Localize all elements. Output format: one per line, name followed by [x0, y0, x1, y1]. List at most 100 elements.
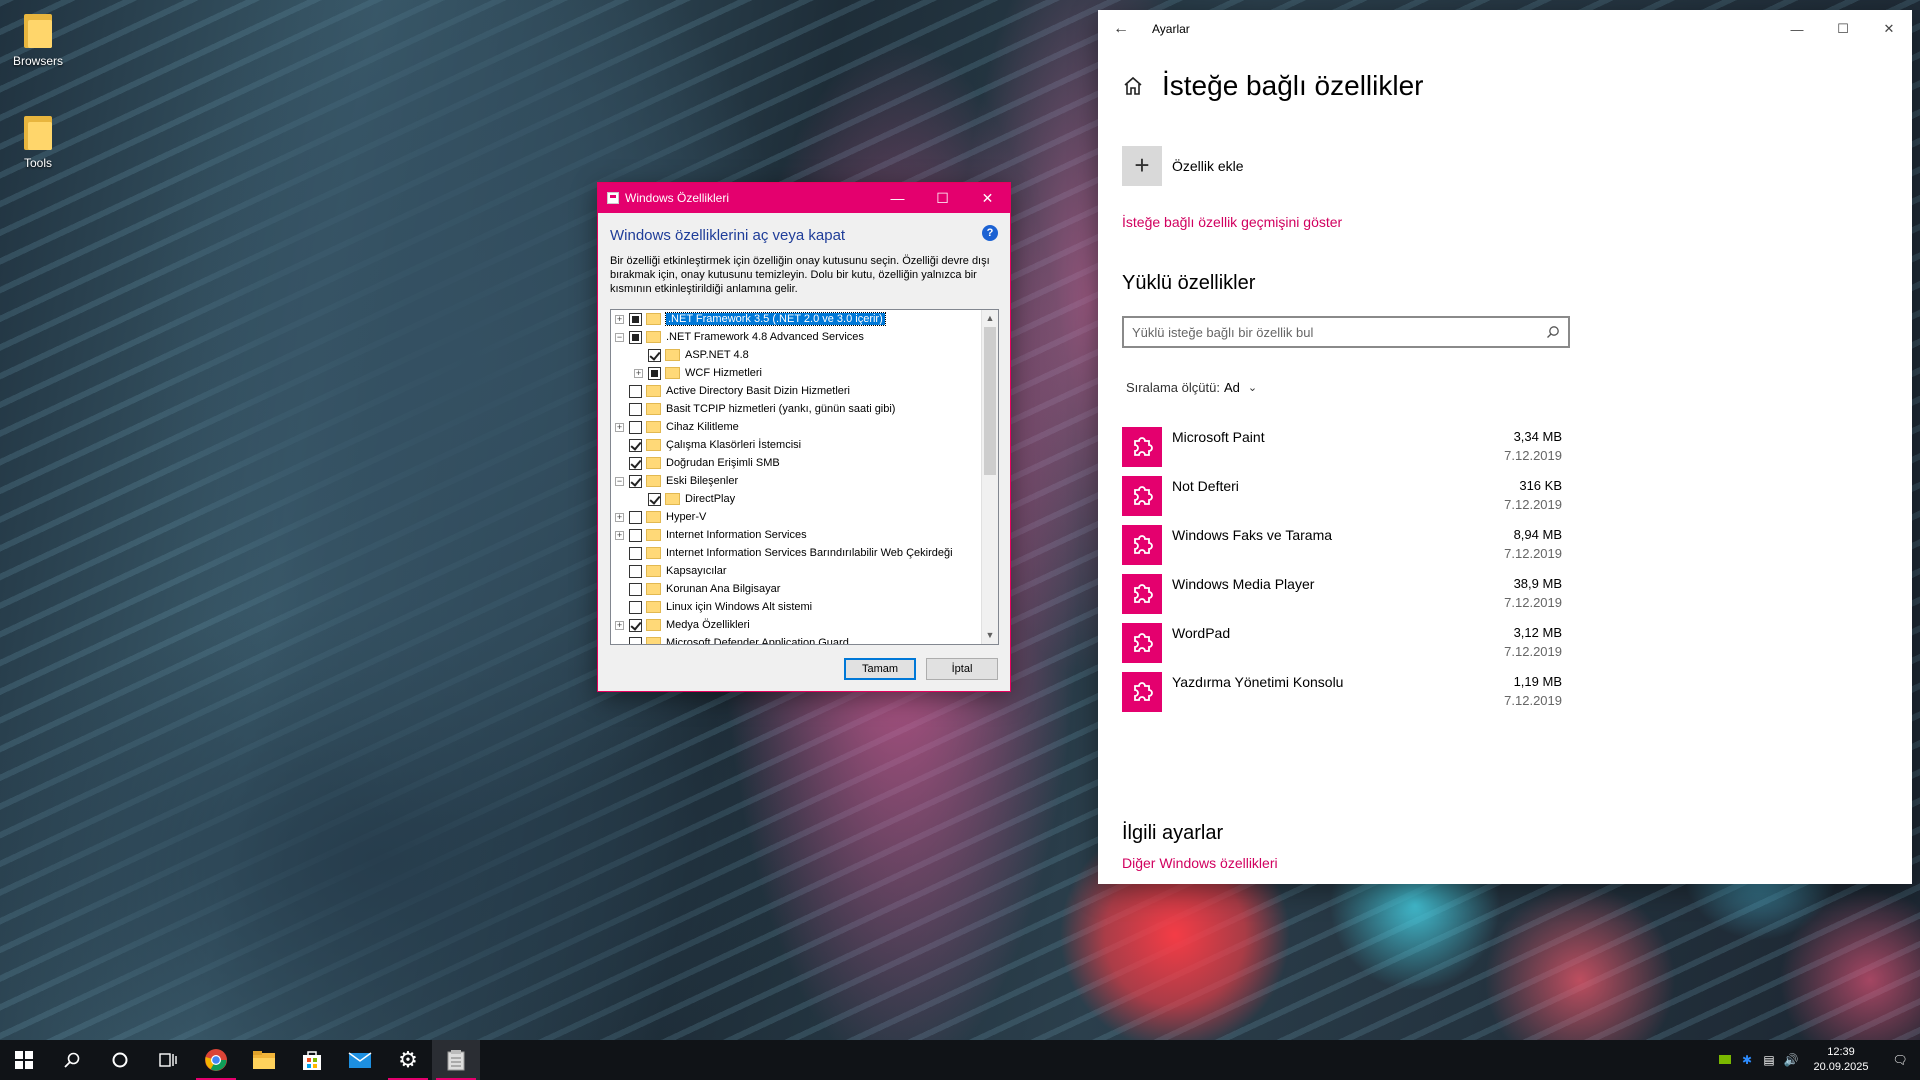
- feature-checkbox[interactable]: [648, 348, 661, 362]
- cancel-button[interactable]: İptal: [926, 658, 998, 680]
- feature-checkbox[interactable]: [629, 456, 642, 470]
- volume-icon[interactable]: 🔊: [1780, 1053, 1802, 1067]
- taskbar-chrome[interactable]: [192, 1040, 240, 1080]
- feature-tree-item[interactable]: Çalışma Klasörleri İstemcisi: [611, 436, 981, 454]
- feature-tree-item[interactable]: Korunan Ana Bilgisayar: [611, 580, 981, 598]
- taskbar-settings[interactable]: ⚙: [384, 1040, 432, 1080]
- home-icon[interactable]: [1122, 75, 1144, 97]
- feature-checkbox[interactable]: [648, 366, 661, 380]
- taskbar-file-explorer[interactable]: [240, 1040, 288, 1080]
- feature-tree-item[interactable]: Internet Information Services Barındırıl…: [611, 544, 981, 562]
- feature-checkbox[interactable]: [629, 420, 642, 434]
- desktop-icon-tools[interactable]: Tools: [0, 112, 76, 170]
- feature-checkbox[interactable]: [648, 492, 661, 506]
- maximize-button[interactable]: ☐: [920, 183, 965, 213]
- collapse-icon[interactable]: −: [615, 476, 624, 486]
- other-windows-features-link[interactable]: Diğer Windows özellikleri: [1122, 855, 1278, 871]
- feature-checkbox[interactable]: [629, 600, 642, 614]
- feature-tree-item[interactable]: Microsoft Defender Application Guard: [611, 634, 981, 644]
- expand-icon[interactable]: +: [615, 512, 624, 522]
- feature-tree-item[interactable]: + Medya Özellikleri: [611, 616, 981, 634]
- feature-tree-item[interactable]: DirectPlay: [611, 490, 981, 508]
- minimize-button[interactable]: —: [875, 183, 920, 213]
- feature-tree-item[interactable]: Linux için Windows Alt sistemi: [611, 598, 981, 616]
- scroll-down-arrow-icon[interactable]: ▼: [982, 627, 998, 644]
- add-feature-button[interactable]: + Özellik ekle: [1122, 146, 1244, 186]
- sort-dropdown[interactable]: Sıralama ölçütü: Ad ⌄: [1126, 380, 1257, 395]
- desktop-icon-browsers[interactable]: Browsers: [0, 10, 76, 68]
- feature-checkbox[interactable]: [629, 618, 642, 632]
- expand-icon[interactable]: +: [615, 422, 624, 432]
- feature-tree-item[interactable]: − Eski Bileşenler: [611, 472, 981, 490]
- bluetooth-icon[interactable]: ✱: [1736, 1053, 1758, 1067]
- feature-checkbox[interactable]: [629, 546, 642, 560]
- expand-icon[interactable]: +: [615, 620, 624, 630]
- feature-tree-item[interactable]: − .NET Framework 4.8 Advanced Services: [611, 328, 981, 346]
- collapse-icon[interactable]: −: [615, 332, 624, 342]
- feature-tree-item[interactable]: + Cihaz Kilitleme: [611, 418, 981, 436]
- back-arrow-icon[interactable]: ←: [1098, 20, 1144, 38]
- dialog-titlebar[interactable]: Windows Özellikleri — ☐ ✕: [598, 183, 1010, 213]
- feature-tree-item[interactable]: Basit TCPIP hizmetleri (yankı, günün saa…: [611, 400, 981, 418]
- installed-features-search-input[interactable]: Yüklü isteğe bağlı bir özellik bul: [1122, 316, 1570, 348]
- taskbar-windows-features[interactable]: [432, 1040, 480, 1080]
- expand-icon[interactable]: +: [615, 530, 624, 540]
- feature-label: Basit TCPIP hizmetleri (yankı, günün saa…: [666, 403, 896, 415]
- feature-tree-item[interactable]: Kapsayıcılar: [611, 562, 981, 580]
- close-button[interactable]: ✕: [1866, 10, 1912, 48]
- feature-checkbox[interactable]: [629, 528, 642, 542]
- minimize-button[interactable]: —: [1774, 10, 1820, 48]
- installed-feature-item[interactable]: Yazdırma Yönetimi Konsolu 1,19 MB 7.12.201…: [1122, 672, 1562, 714]
- help-icon[interactable]: ?: [982, 225, 998, 241]
- notifications-icon[interactable]: 🗨: [1880, 1053, 1920, 1067]
- installed-feature-item[interactable]: WordPad 3,12 MB 7.12.2019: [1122, 623, 1562, 665]
- expand-icon[interactable]: +: [634, 368, 643, 378]
- feature-tree-item[interactable]: Doğrudan Erişimli SMB: [611, 454, 981, 472]
- gpu-tray-icon[interactable]: [1714, 1053, 1736, 1067]
- folder-icon: [646, 529, 661, 541]
- feature-checkbox[interactable]: [629, 564, 642, 578]
- feature-tree[interactable]: + .NET Framework 3.5 (.NET 2.0 ve 3.0 içe…: [610, 309, 999, 645]
- feature-tree-item[interactable]: + Internet Information Services: [611, 526, 981, 544]
- folder-icon: [253, 1051, 275, 1069]
- folder-icon: [646, 439, 661, 451]
- feature-checkbox[interactable]: [629, 330, 642, 344]
- feature-checkbox[interactable]: [629, 510, 642, 524]
- store-bag-icon: [303, 1051, 321, 1070]
- feature-checkbox[interactable]: [629, 312, 642, 326]
- expand-icon[interactable]: +: [615, 314, 624, 324]
- installed-feature-item[interactable]: Windows Faks ve Tarama 8,94 MB 7.12.2019: [1122, 525, 1562, 567]
- close-button[interactable]: ✕: [965, 183, 1010, 213]
- expand-icon: [634, 495, 643, 504]
- feature-history-link[interactable]: İsteğe bağlı özellik geçmişini göster: [1122, 214, 1342, 230]
- installed-feature-item[interactable]: Not Defteri 316 KB 7.12.2019: [1122, 476, 1562, 518]
- network-icon[interactable]: ▤: [1758, 1053, 1780, 1067]
- feature-checkbox[interactable]: [629, 438, 642, 452]
- clock[interactable]: 12:39 20.09.2025: [1802, 1045, 1880, 1075]
- feature-tree-item[interactable]: + WCF Hizmetleri: [611, 364, 981, 382]
- feature-checkbox[interactable]: [629, 402, 642, 416]
- feature-tree-scrollbar[interactable]: ▲ ▼: [981, 310, 998, 644]
- feature-checkbox[interactable]: [629, 474, 642, 488]
- maximize-button[interactable]: ☐: [1820, 10, 1866, 48]
- taskbar-store[interactable]: [288, 1040, 336, 1080]
- feature-checkbox[interactable]: [629, 636, 642, 644]
- ok-button[interactable]: Tamam: [844, 658, 916, 680]
- expand-icon: [615, 441, 624, 450]
- feature-tree-item[interactable]: + .NET Framework 3.5 (.NET 2.0 ve 3.0 içe…: [611, 310, 981, 328]
- feature-checkbox[interactable]: [629, 582, 642, 596]
- scroll-thumb[interactable]: [984, 327, 996, 475]
- installed-feature-item[interactable]: Windows Media Player 38,9 MB 7.12.2019: [1122, 574, 1562, 616]
- settings-titlebar[interactable]: ← Ayarlar — ☐ ✕: [1098, 10, 1912, 48]
- installed-feature-item[interactable]: Microsoft Paint 3,34 MB 7.12.2019: [1122, 427, 1562, 469]
- start-button[interactable]: [0, 1040, 48, 1080]
- scroll-up-arrow-icon[interactable]: ▲: [982, 310, 998, 327]
- cortana-button[interactable]: [96, 1040, 144, 1080]
- search-button[interactable]: [48, 1040, 96, 1080]
- feature-tree-item[interactable]: + Hyper-V: [611, 508, 981, 526]
- taskbar-mail[interactable]: [336, 1040, 384, 1080]
- feature-checkbox[interactable]: [629, 384, 642, 398]
- task-view-button[interactable]: [144, 1040, 192, 1080]
- feature-tree-item[interactable]: ASP.NET 4.8: [611, 346, 981, 364]
- feature-tree-item[interactable]: Active Directory Basit Dizin Hizmetleri: [611, 382, 981, 400]
